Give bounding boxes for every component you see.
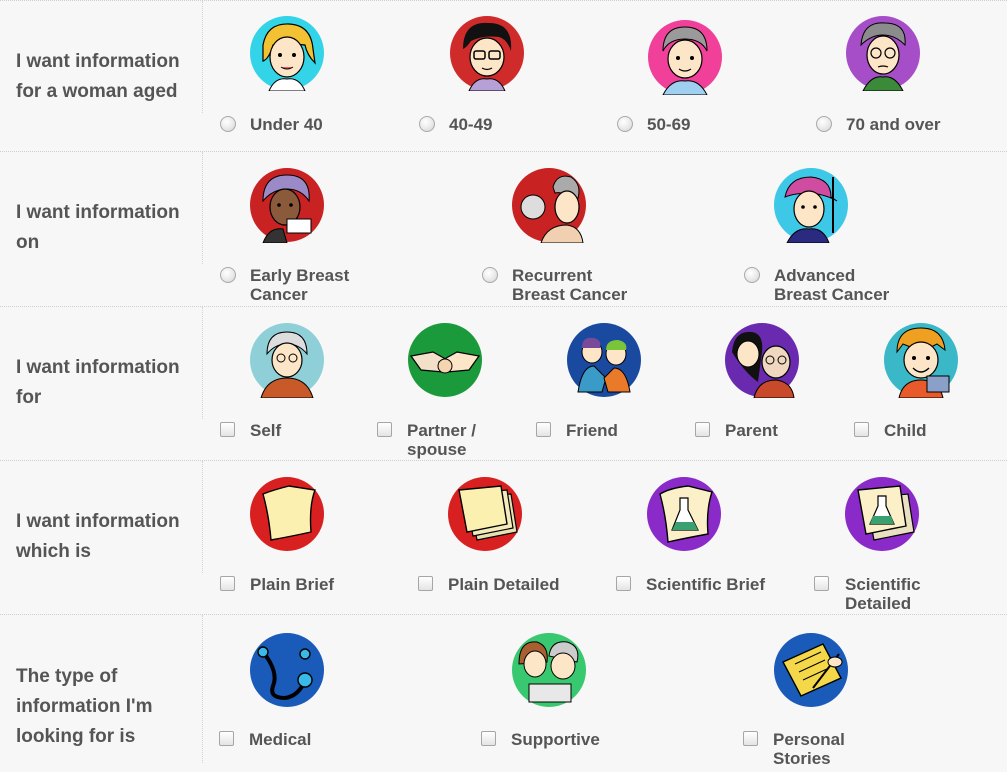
option-label[interactable]: Advanced Breast Cancer (774, 266, 889, 304)
section-divider (202, 307, 204, 419)
section-label: I want information for (16, 357, 180, 408)
section-divider (202, 461, 204, 573)
daughter-parent-icon[interactable] (724, 322, 800, 398)
age-40-49-radio[interactable] (419, 116, 435, 132)
woman-glasses-icon[interactable] (449, 15, 525, 91)
option-label[interactable]: Parent (725, 421, 778, 440)
for-parent-checkbox[interactable] (695, 422, 710, 437)
woman-writing-icon[interactable] (249, 322, 325, 398)
personal-stories-checkbox[interactable] (743, 731, 758, 746)
friends-icon[interactable] (566, 322, 642, 398)
age-70-over-radio[interactable] (816, 116, 832, 132)
for-self-checkbox[interactable] (220, 422, 235, 437)
plain-brief-checkbox[interactable] (220, 576, 235, 591)
option-label[interactable]: Under 40 (250, 115, 323, 134)
section-divider (202, 615, 204, 763)
section-label: The type of information I'm looking for … (16, 666, 153, 747)
early-breast-cancer-radio[interactable] (220, 267, 236, 283)
option-label[interactable]: Friend (566, 421, 618, 440)
supportive-checkbox[interactable] (481, 731, 496, 746)
option-label[interactable]: Recurrent Breast Cancer (512, 266, 627, 304)
young-woman-icon[interactable] (249, 15, 325, 91)
elderly-woman-icon[interactable] (845, 15, 921, 91)
medical-checkbox[interactable] (219, 731, 234, 746)
option-label[interactable]: Child (884, 421, 927, 440)
people-supporting-icon[interactable] (511, 632, 587, 708)
option-label[interactable]: Self (250, 421, 281, 440)
flask-stack-icon[interactable] (844, 476, 920, 552)
for-friend-checkbox[interactable] (536, 422, 551, 437)
option-label[interactable]: Scientific Detailed (845, 575, 921, 613)
single-page-icon[interactable] (249, 476, 325, 552)
doctor-patient-icon[interactable] (511, 167, 587, 243)
for-partner-checkbox[interactable] (377, 422, 392, 437)
section-age: I want information for a woman aged Unde… (0, 0, 1007, 152)
section-topic: I want information on Early Breast Cance… (0, 151, 1007, 307)
option-label[interactable]: Scientific Brief (646, 575, 765, 594)
section-label: I want information for a woman aged (16, 51, 180, 102)
age-50-69-radio[interactable] (617, 116, 633, 132)
option-label[interactable]: Early Breast Cancer (250, 266, 349, 304)
older-woman-icon[interactable] (647, 19, 723, 95)
for-child-checkbox[interactable] (854, 422, 869, 437)
option-label[interactable]: 50-69 (647, 115, 690, 134)
woman-headscarf-icon[interactable] (773, 167, 849, 243)
writing-hand-icon[interactable] (773, 632, 849, 708)
age-under-40-radio[interactable] (220, 116, 236, 132)
plain-detailed-checkbox[interactable] (418, 576, 433, 591)
section-label: I want information on (16, 202, 180, 253)
flask-page-icon[interactable] (646, 476, 722, 552)
stethoscope-icon[interactable] (249, 632, 325, 708)
option-label[interactable]: Medical (249, 730, 311, 749)
option-label[interactable]: Supportive (511, 730, 600, 749)
section-info-type: The type of information I'm looking for … (0, 614, 1007, 772)
option-label[interactable]: Plain Detailed (448, 575, 559, 594)
woman-reading-icon[interactable] (249, 167, 325, 243)
section-label: I want information which is (16, 511, 180, 562)
section-divider (202, 1, 204, 113)
handshake-icon[interactable] (407, 322, 483, 398)
option-label[interactable]: Partner / spouse (407, 421, 476, 459)
advanced-breast-cancer-radio[interactable] (744, 267, 760, 283)
option-label[interactable]: 40-49 (449, 115, 492, 134)
recurrent-breast-cancer-radio[interactable] (482, 267, 498, 283)
scientific-brief-checkbox[interactable] (616, 576, 631, 591)
scientific-detailed-checkbox[interactable] (814, 576, 829, 591)
page-stack-icon[interactable] (447, 476, 523, 552)
option-label[interactable]: Plain Brief (250, 575, 334, 594)
section-format: I want information which is Plain Brief … (0, 460, 1007, 615)
option-label[interactable]: Personal Stories (773, 730, 845, 768)
section-for-whom: I want information for Self Partner / sp… (0, 306, 1007, 461)
option-label[interactable]: 70 and over (846, 115, 941, 134)
child-icon[interactable] (883, 322, 959, 398)
section-divider (202, 152, 204, 264)
